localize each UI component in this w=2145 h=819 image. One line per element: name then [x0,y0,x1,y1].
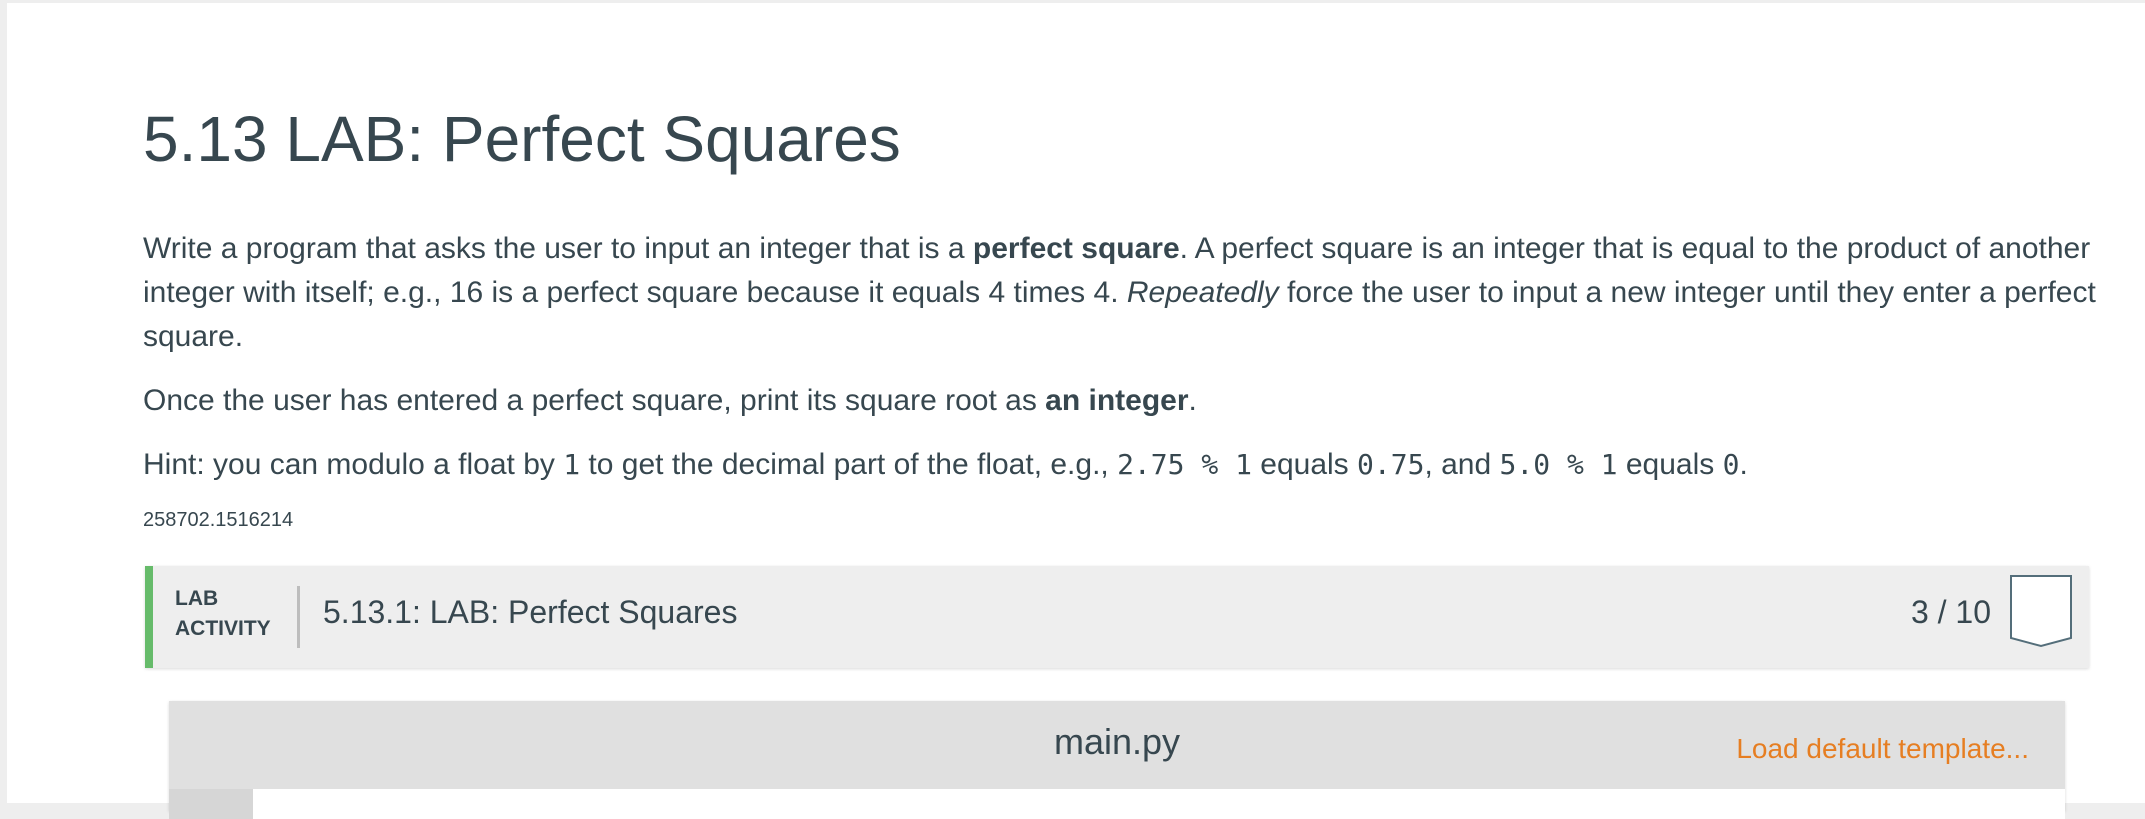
output-paragraph: Once the user has entered a perfect squa… [143,384,1197,417]
code-snippet: 2.75 % 1 [1117,448,1252,481]
shield-badge-icon [2010,575,2072,648]
emphasis-repeatedly: Repeatedly [1126,276,1279,309]
activity-type-label: LAB ACTIVITY [175,587,271,640]
editor-gutter [169,789,253,819]
code-snippet: 0 [1722,448,1740,481]
page: 5.13 LAB: Perfect Squares Write a progra… [7,3,2145,819]
activity-score: 3 / 10 [1910,594,1991,630]
emphasis-perfect-square: perfect square [972,232,1180,265]
activity-title: 5.13.1: LAB: Perfect Squares [323,594,738,630]
code-editor-panel: main.py Load default template... [169,701,2065,819]
code-snippet: 5.0 % 1 [1499,448,1618,481]
resource-id: 258702.1516214 [143,509,294,531]
page-title: 5.13 LAB: Perfect Squares [143,103,901,175]
code-snippet: 1 [563,448,581,481]
emphasis-an-integer: an integer [1045,384,1189,417]
code-editor[interactable] [253,789,2065,819]
load-default-template-link[interactable]: Load default template... [1736,733,2029,765]
lab-activity-header: LAB ACTIVITY 5.13.1: LAB: Perfect Square… [145,566,2089,668]
activity-divider [297,586,300,648]
code-snippet: 0.75 [1357,448,1425,481]
instructions-paragraph: Write a program that asks the user to in… [143,232,2096,353]
hint-paragraph: Hint: you can modulo a float by 1 to get… [143,448,1748,481]
